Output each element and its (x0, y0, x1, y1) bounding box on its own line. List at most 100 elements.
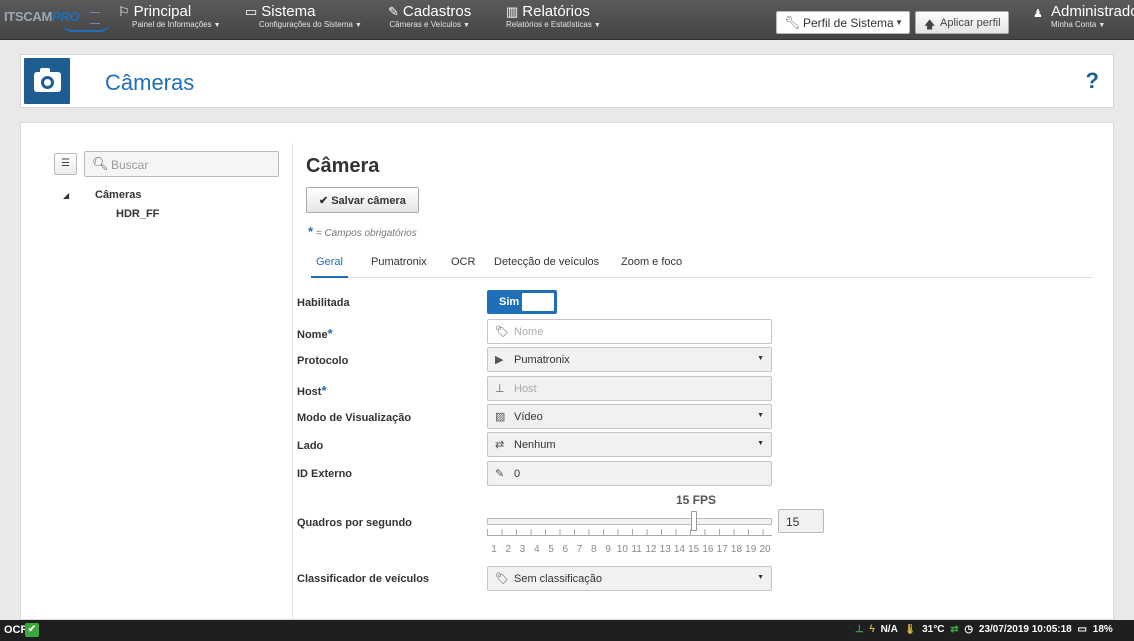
sitemap-icon: ⊥ (495, 383, 505, 395)
form-title: Câmera (306, 155, 380, 177)
status-indicators: ⊥ ϟ N/A 🌡︎ 31°C ⇄ ◷ 23/07/2019 10:05:18 … (855, 624, 1134, 635)
fps-tick-label: 1 (491, 544, 497, 555)
tags-icon: 🏷︎ (495, 573, 509, 585)
itscam-pro-logo[interactable]: ITSCAMPRO (4, 9, 110, 32)
fps-tick-label: 5 (548, 544, 554, 555)
fps-tick-label: 17 (716, 544, 728, 555)
wrench-icon: 🔧︎ (784, 15, 801, 30)
label-id-externo: ID Externo (297, 468, 353, 480)
label-protocolo: Protocolo (297, 355, 349, 367)
fps-slider-handle[interactable] (690, 511, 697, 531)
label-classificador-veiculos: Classificador de veículos (297, 573, 430, 585)
fps-tick-label: 4 (534, 544, 540, 555)
network-icon: ⊥ (855, 624, 864, 635)
caret-down-icon: ▼ (895, 18, 903, 27)
fps-tick-label: 6 (562, 544, 569, 555)
tree-toggle-button[interactable]: ☰ (54, 153, 77, 175)
lado-select[interactable]: ⇄ Nenhum ▼ (487, 432, 772, 457)
search-icon: 🔍︎ (92, 156, 109, 171)
fps-tick-label: 16 (702, 544, 714, 555)
caret-down-icon: ▼ (757, 574, 764, 581)
camera-icon (24, 58, 70, 104)
edit-square-icon: ✎ (495, 468, 505, 480)
caret-down-icon: ▼ (462, 22, 470, 29)
user-icon: ♟ (1033, 8, 1043, 20)
help-icon[interactable]: ? (1086, 68, 1099, 94)
required-note: * = Campos obrigatórios (308, 224, 417, 239)
disk-icon: ▭ (1077, 624, 1087, 635)
clock-icon: ◷ (964, 624, 974, 635)
label-modo-visualizacao: Modo de Visualização (297, 412, 412, 424)
search-input[interactable]: 🔍︎ Buscar (84, 151, 279, 177)
fps-tick-label: 9 (605, 544, 611, 555)
tab-deteccao-veiculos[interactable]: Detecção de veículos (494, 250, 599, 278)
edit-icon: ✎ (388, 4, 399, 19)
disk-usage: 18% (1092, 624, 1113, 635)
classificador-select[interactable]: 🏷︎ Sem classificação ▼ (487, 566, 772, 591)
tab-geral[interactable]: Geral (311, 250, 348, 278)
fps-slider-track[interactable] (487, 518, 772, 525)
nav-cadastros[interactable]: ✎ Cadastros Câmeras e Veículos ▼ (388, 4, 471, 31)
label-habilitada: Habilitada (297, 297, 350, 309)
fps-tick-label: 20 (759, 544, 771, 555)
fps-input[interactable]: 15 (778, 509, 824, 533)
top-navbar: ITSCAMPRO ⚐ Principal Painel de Informaçõ… (0, 0, 1134, 40)
user-account-menu[interactable]: ♟ Administrador Minha Conta▼ (1033, 3, 1134, 29)
label-quadros-por-segundo: Quadros por segundo (297, 517, 412, 529)
label-nome: Nome* (297, 326, 333, 341)
arrow-up-icon: 🡅 (924, 19, 936, 31)
image-icon: ▨ (495, 411, 506, 423)
check-icon: ✔ (319, 195, 329, 207)
fps-slider-ticks (487, 529, 772, 536)
fps-tick-label: 14 (673, 544, 685, 555)
habilitada-toggle[interactable]: Sim (487, 290, 557, 314)
nav-principal[interactable]: ⚐ Principal Painel de Informações ▼ (118, 4, 221, 31)
fps-tick-label: 2 (505, 544, 512, 555)
fps-tick-label: 10 (616, 544, 628, 555)
fps-tick-label: 7 (576, 544, 583, 555)
caret-down-icon: ▼ (1098, 22, 1106, 29)
apply-profile-button[interactable]: 🡅 Aplicar perfil (915, 11, 1009, 34)
tag-icon: 🏷︎ (495, 326, 509, 338)
protocolo-select[interactable]: ▶ Pumatronix ▼ (487, 347, 772, 372)
tree-item-hdr-ff[interactable]: HDR_FF (116, 208, 159, 220)
temperature-value: 31°C (922, 624, 945, 635)
datetime-value: 23/07/2019 10:05:18 (978, 624, 1072, 635)
caret-down-icon: ▼ (213, 22, 221, 29)
form-tabs: Geral Pumatronix OCR Detecção de veículo… (311, 250, 1093, 278)
fps-tick-label: 19 (745, 544, 757, 555)
fps-tick-label: 3 (519, 544, 526, 555)
id-externo-input[interactable]: ✎ 0 (487, 461, 772, 486)
caret-down-icon: ▼ (757, 440, 764, 447)
fps-tick-label: 15 (688, 544, 700, 555)
flag-icon: ⚐ (118, 4, 130, 19)
video-icon: ▶ (495, 354, 504, 366)
modo-visualizacao-select[interactable]: ▨ Vídeo ▼ (487, 404, 772, 429)
profile-select[interactable]: 🔧︎ Perfil de Sistema ▼ (776, 11, 910, 34)
nome-input[interactable]: 🏷︎ Nome (487, 319, 772, 344)
tab-zoom-foco[interactable]: Zoom e foco (621, 250, 682, 278)
list-indent-icon: ☰ (61, 158, 70, 169)
fps-display: 15 FPS (676, 493, 717, 507)
tree-item-cameras[interactable]: Câmeras (95, 189, 141, 201)
label-host: Host* (297, 383, 327, 398)
tab-pumatronix[interactable]: Pumatronix (371, 250, 427, 278)
tree-expand-icon[interactable]: ◢ (63, 191, 69, 200)
nav-sistema[interactable]: ▭ Sistema Configurações do Sistema ▼ (245, 4, 362, 31)
caret-down-icon: ▼ (354, 22, 362, 29)
temperature-icon: 🌡︎ (903, 624, 917, 635)
fps-tick-label: 18 (730, 544, 743, 555)
host-input[interactable]: ⊥ Host (487, 376, 772, 401)
save-camera-button[interactable]: ✔ Salvar câmera (306, 187, 419, 213)
monitor-icon: ▭ (245, 4, 258, 19)
divider (292, 143, 293, 619)
caret-down-icon: ▼ (757, 355, 764, 362)
nav-relatorios[interactable]: ▥ Relatórios Relatórios e Estatísticas ▼ (506, 4, 601, 31)
fps-tick-label: 8 (591, 544, 597, 555)
label-lado: Lado (297, 440, 324, 452)
check-icon: ✔ (25, 623, 39, 637)
power-status: N/A (880, 624, 898, 635)
caret-down-icon: ▼ (593, 22, 601, 29)
page-header: Câmeras ? (20, 54, 1114, 108)
tab-ocr[interactable]: OCR (451, 250, 475, 278)
